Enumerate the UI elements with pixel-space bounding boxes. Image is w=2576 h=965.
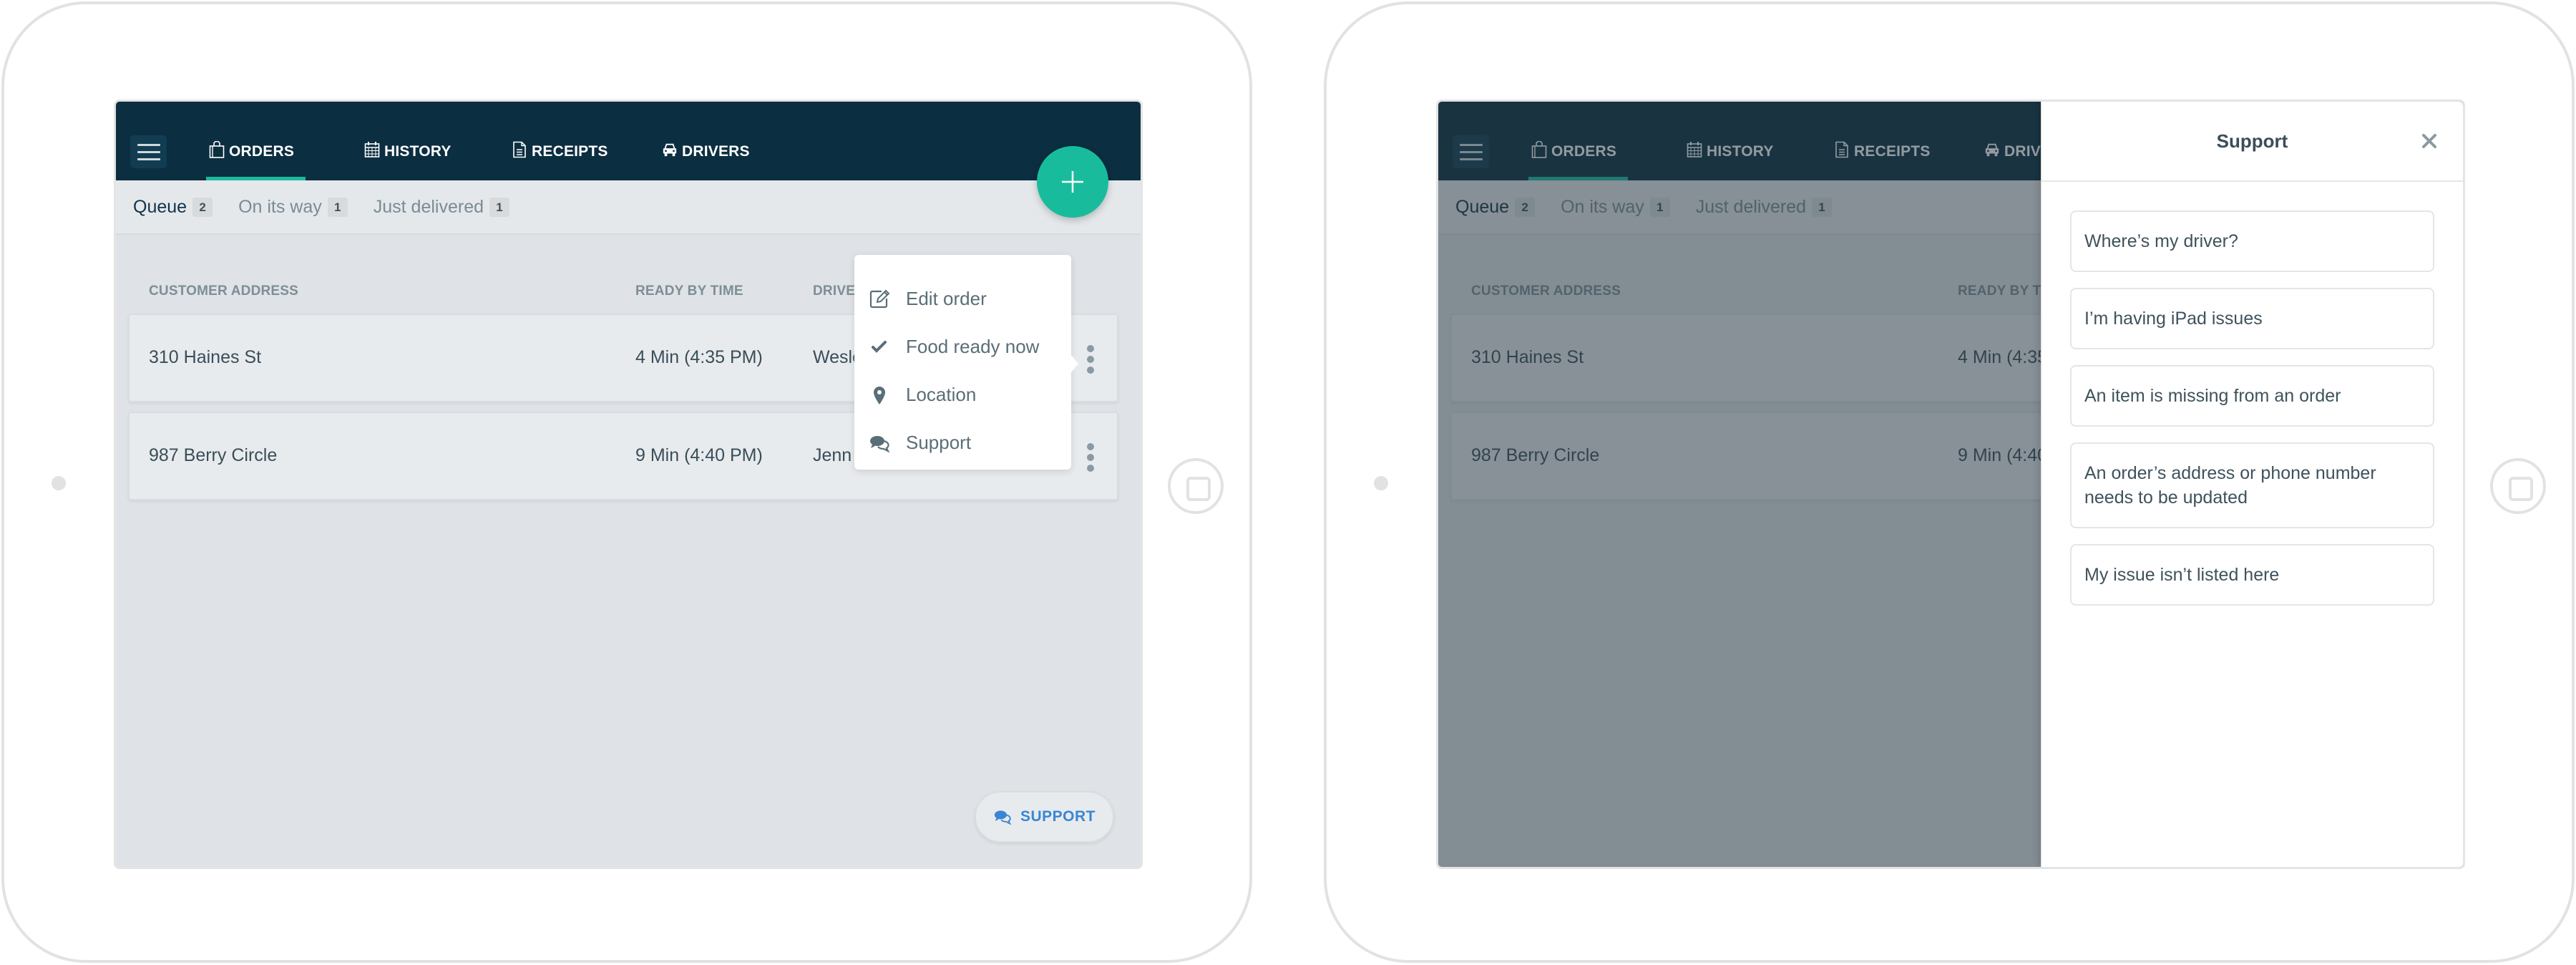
count-badge: 1 [489, 197, 510, 217]
count-badge: 1 [327, 197, 348, 217]
edit-icon [869, 289, 890, 308]
count-badge: 1 [1812, 197, 1833, 217]
support-option[interactable]: Where’s my driver? [2070, 210, 2434, 272]
support-option[interactable]: I’m having iPad issues [2070, 288, 2434, 349]
tab-orders[interactable]: ORDERS [205, 141, 306, 180]
tab-receipts[interactable]: RECEIPTS [512, 141, 608, 180]
tab-label: RECEIPTS [1854, 143, 1931, 160]
menu-item-label: Edit order [906, 288, 987, 309]
column-header-address: CUSTOMER ADDRESS [1471, 283, 1621, 299]
ipad-frame-support-panel: ORDERS HISTORY RECEIPTS DRIVERS Queue 2 … [1324, 1, 2575, 963]
navbar: ORDERS HISTORY RECEIPTS DRIVERS [116, 102, 1141, 180]
subtab-label: On its way [238, 196, 322, 217]
car-icon [663, 143, 677, 157]
address-cell: 987 Berry Circle [149, 445, 278, 465]
home-button[interactable] [1168, 458, 1224, 514]
chat-bubbles-icon [994, 810, 1012, 825]
close-icon[interactable] [2420, 132, 2439, 150]
column-header-ready-by: READY BY TIME [635, 283, 743, 299]
count-badge: 2 [192, 197, 213, 217]
plus-icon [1062, 171, 1083, 193]
driver-cell: Jenn [813, 445, 852, 465]
car-icon [1985, 143, 1999, 157]
support-panel: Support Where’s my driver? I’m having iP… [2041, 102, 2463, 867]
camera-dot [52, 476, 66, 490]
map-pin-icon [874, 386, 885, 404]
menu-item-label: Location [906, 384, 977, 405]
support-option[interactable]: My issue isn’t listed here [2070, 544, 2434, 606]
shopping-bag-icon [209, 141, 225, 158]
subtab-label: Just delivered [1695, 196, 1807, 217]
menu-item-edit-order[interactable]: Edit order [854, 275, 1071, 323]
menu-item-location[interactable]: Location [854, 371, 1071, 419]
shopping-bag-icon [1531, 141, 1547, 158]
tab-label: ORDERS [229, 143, 295, 160]
tab-label: RECEIPTS [532, 143, 608, 160]
ready-by-cell: 9 Min (4:40 PM) [635, 445, 763, 465]
calendar-icon [1687, 142, 1702, 157]
menu-item-food-ready-now[interactable]: Food ready now [854, 323, 1071, 371]
support-button[interactable]: SUPPORT [975, 791, 1114, 843]
tab-history[interactable]: HISTORY [364, 142, 452, 180]
support-button-label: SUPPORT [1020, 808, 1096, 825]
column-header-address: CUSTOMER ADDRESS [149, 283, 299, 299]
app-screen: ORDERS HISTORY RECEIPTS DRIVERS Queue 2 … [114, 100, 1143, 869]
menu-item-support[interactable]: Support [854, 419, 1071, 467]
home-button[interactable] [2490, 458, 2546, 514]
hamburger-icon[interactable] [130, 135, 167, 168]
subtab-queue[interactable]: Queue 2 [133, 197, 213, 218]
tab-orders[interactable]: ORDERS [1528, 141, 1629, 180]
tab-label: DRIVERS [682, 143, 750, 160]
more-options-icon[interactable] [1085, 345, 1096, 374]
tab-label: HISTORY [1707, 143, 1774, 160]
menu-item-label: Support [906, 432, 972, 453]
chat-bubbles-icon [870, 435, 890, 452]
tab-label: ORDERS [1551, 143, 1617, 160]
hamburger-icon[interactable] [1453, 135, 1489, 168]
more-options-icon[interactable] [1085, 443, 1096, 472]
count-badge: 1 [1649, 197, 1670, 217]
address-cell: 310 Haines St [149, 347, 262, 367]
check-icon [872, 340, 887, 353]
ipad-frame-orders-menu: ORDERS HISTORY RECEIPTS DRIVERS Queue 2 … [1, 1, 1252, 963]
document-icon [1835, 141, 1848, 158]
calendar-icon [364, 142, 380, 157]
tab-history[interactable]: HISTORY [1687, 142, 1774, 180]
subtab-label: Just delivered [373, 196, 484, 217]
add-order-button[interactable] [1037, 146, 1108, 218]
order-status-tabs: Queue 2 On its way 1 Just delivered 1 [116, 180, 1141, 235]
address-cell: 310 Haines St [1471, 347, 1584, 367]
support-panel-title: Support [2216, 130, 2288, 152]
tab-drivers[interactable]: DRIVERS [662, 143, 750, 180]
subtab-on-its-way[interactable]: On its way 1 [238, 197, 348, 218]
support-option[interactable]: An order’s address or phone number needs… [2070, 442, 2434, 528]
subtab-queue[interactable]: Queue 2 [1455, 196, 1536, 218]
subtab-just-delivered[interactable]: Just delivered 1 [1695, 196, 1833, 218]
ready-by-cell: 4 Min (4:35 PM) [635, 347, 763, 367]
document-icon [513, 141, 526, 158]
app-screen: ORDERS HISTORY RECEIPTS DRIVERS Queue 2 … [1436, 100, 2465, 869]
menu-item-label: Food ready now [906, 336, 1040, 357]
subtab-label: Queue [133, 196, 187, 217]
order-context-menu: Edit order Food ready now Location Suppo… [854, 255, 1078, 470]
subtab-on-its-way[interactable]: On its way 1 [1561, 197, 1670, 218]
subtab-just-delivered[interactable]: Just delivered 1 [373, 196, 510, 218]
tab-label: HISTORY [384, 143, 452, 160]
support-panel-header: Support [2041, 102, 2463, 182]
address-cell: 987 Berry Circle [1471, 445, 1600, 465]
camera-dot [1374, 476, 1388, 490]
subtab-label: Queue [1455, 196, 1510, 217]
count-badge: 2 [1515, 197, 1536, 217]
support-option[interactable]: An item is missing from an order [2070, 365, 2434, 427]
subtab-label: On its way [1561, 196, 1644, 217]
tab-receipts[interactable]: RECEIPTS [1834, 141, 1931, 180]
support-options-list: Where’s my driver? I’m having iPad issue… [2041, 182, 2463, 606]
